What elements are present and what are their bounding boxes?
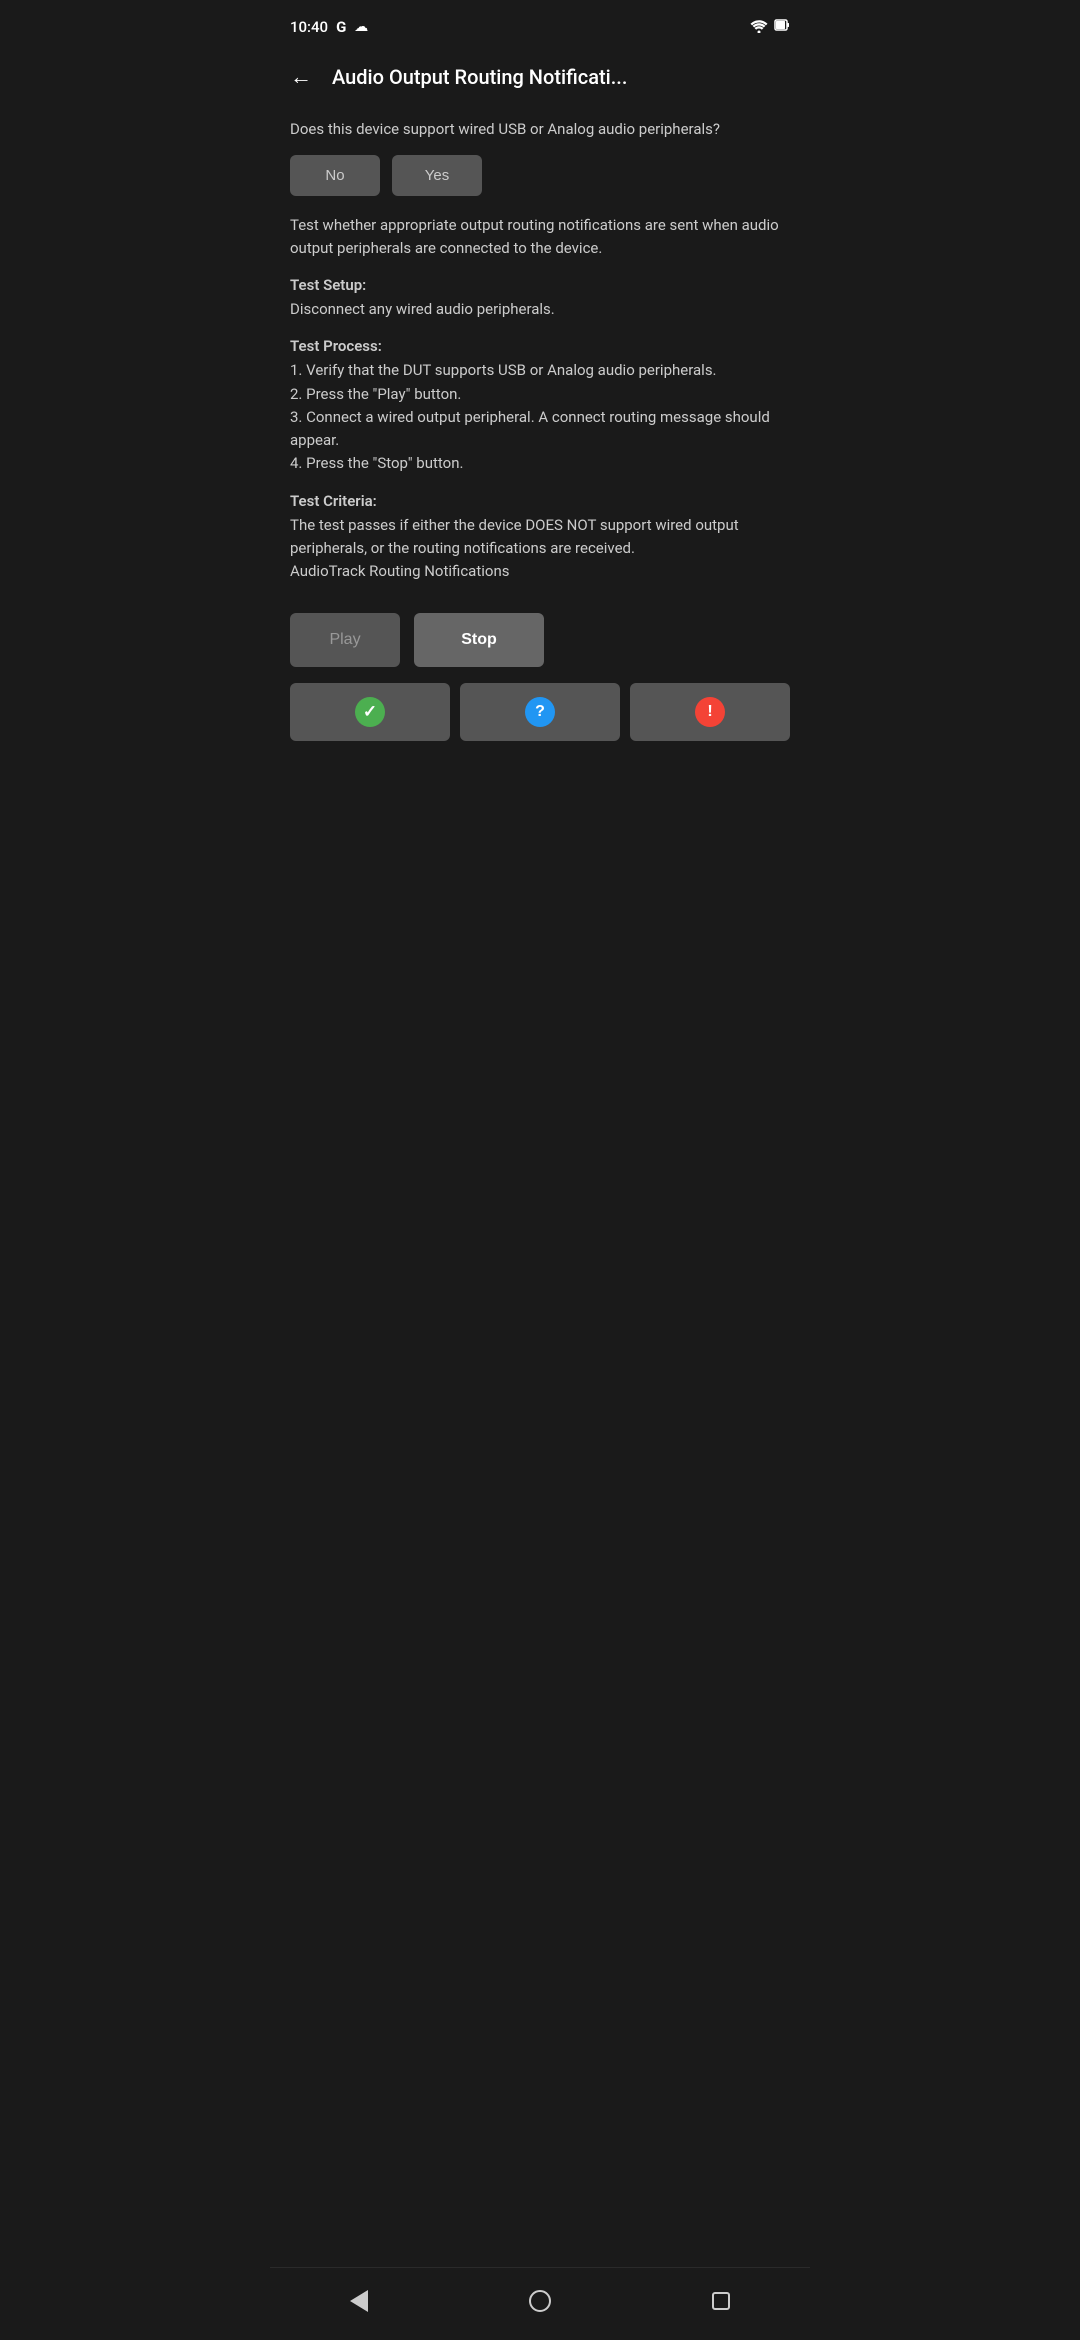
test-setup-header: Test Setup: <box>290 276 790 294</box>
stop-button[interactable]: Stop <box>414 613 544 667</box>
info-icon <box>525 697 555 727</box>
result-button-group <box>290 683 790 741</box>
test-process-body: 1. Verify that the DUT supports USB or A… <box>290 359 790 475</box>
nav-home-icon <box>529 2290 551 2312</box>
fail-icon <box>695 697 725 727</box>
main-content: Does this device support wired USB or An… <box>270 110 810 781</box>
time-display: 10:40 <box>290 18 328 36</box>
test-criteria-header: Test Criteria: <box>290 492 790 510</box>
nav-back-button[interactable] <box>330 2282 388 2320</box>
status-left: 10:40 G ☁ <box>290 18 368 36</box>
test-criteria-body: The test passes if either the device DOE… <box>290 514 790 584</box>
bottom-nav <box>270 2267 810 2340</box>
google-icon: G <box>336 18 346 36</box>
fail-button[interactable] <box>630 683 790 741</box>
play-stop-row: Play Stop <box>290 613 790 667</box>
page-header: ← Audio Output Routing Notificati... <box>270 50 810 110</box>
nav-recent-button[interactable] <box>692 2284 750 2318</box>
question-text: Does this device support wired USB or An… <box>290 118 790 141</box>
no-button[interactable]: No <box>290 155 380 196</box>
nav-home-button[interactable] <box>509 2282 571 2320</box>
back-button[interactable]: ← <box>286 60 316 94</box>
yes-button[interactable]: Yes <box>392 155 482 196</box>
battery-icon <box>774 17 790 37</box>
yes-no-button-group: No Yes <box>290 155 790 196</box>
page-title: Audio Output Routing Notificati... <box>332 65 790 89</box>
pass-button[interactable] <box>290 683 450 741</box>
cloud-icon: ☁ <box>354 19 368 35</box>
nav-back-icon <box>350 2290 368 2312</box>
status-bar: 10:40 G ☁ <box>270 0 810 50</box>
nav-square-icon <box>712 2292 730 2310</box>
wifi-icon <box>750 18 768 37</box>
info-button[interactable] <box>460 683 620 741</box>
description-text: Test whether appropriate output routing … <box>290 214 790 261</box>
test-process-header: Test Process: <box>290 337 790 355</box>
play-button[interactable]: Play <box>290 613 400 667</box>
pass-icon <box>355 697 385 727</box>
status-right <box>750 17 790 37</box>
test-setup-body: Disconnect any wired audio peripherals. <box>290 298 790 321</box>
